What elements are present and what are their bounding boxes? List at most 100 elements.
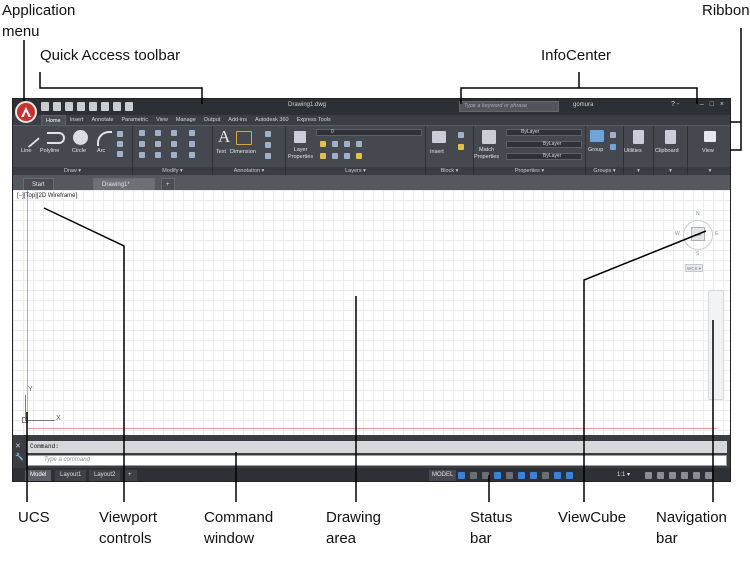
ribbon-tab-home[interactable]: Home: [41, 115, 66, 125]
table-icon[interactable]: [265, 153, 271, 159]
leader-icon[interactable]: [265, 131, 271, 137]
ribbon-tab-insert[interactable]: Insert: [66, 115, 88, 125]
ribbon-tab-manage[interactable]: Manage: [172, 115, 200, 125]
color-dropdown[interactable]: ByLayer: [506, 129, 582, 136]
erase-icon[interactable]: [189, 130, 195, 136]
hardware-acceleration-icon[interactable]: [681, 472, 688, 479]
wcs-menu[interactable]: WCS ▾: [685, 264, 703, 272]
new-tab-button[interactable]: +: [161, 178, 175, 190]
ribbon-tab-annotate[interactable]: Annotate: [87, 115, 117, 125]
match-properties-button[interactable]: Match Properties: [474, 147, 499, 161]
layout-tab-model[interactable]: Model: [25, 470, 52, 481]
clipboard-button[interactable]: Clipboard: [655, 148, 679, 154]
viewcube-south[interactable]: S: [696, 251, 699, 257]
layer-walk-icon[interactable]: [344, 153, 350, 159]
ribbon-tab-express-tools[interactable]: Express Tools: [293, 115, 335, 125]
clean-screen-icon[interactable]: [693, 472, 700, 479]
infocenter-search-input[interactable]: Type a keyword or phrase: [459, 101, 559, 112]
rotate-icon[interactable]: [155, 130, 161, 136]
command-input[interactable]: Type a command: [27, 455, 727, 466]
copy-icon[interactable]: [139, 141, 145, 147]
multileader-icon[interactable]: [265, 142, 271, 148]
line-icon[interactable]: [20, 128, 40, 148]
osnap-icon[interactable]: [518, 472, 525, 479]
ribbon-tab-autodesk-360[interactable]: Autodesk 360: [251, 115, 293, 125]
group-edit-icon[interactable]: [610, 144, 616, 150]
autoscale-icon[interactable]: [566, 472, 573, 479]
ellipse-icon[interactable]: [117, 141, 123, 147]
insert-button[interactable]: Insert: [430, 149, 444, 155]
circle-button[interactable]: Circle: [72, 148, 86, 154]
layer-on-icon[interactable]: [320, 141, 326, 147]
edit-block-icon[interactable]: [458, 144, 464, 150]
redo-icon[interactable]: [113, 102, 121, 111]
utilities-button[interactable]: Utilities: [624, 148, 642, 154]
layer-dropdown[interactable]: 0: [316, 129, 422, 136]
insert-icon[interactable]: [432, 131, 446, 143]
ribbon-tab-parametric[interactable]: Parametric: [117, 115, 152, 125]
circle-icon[interactable]: [73, 130, 88, 145]
layout-tab-layout2[interactable]: Layout2: [89, 470, 121, 481]
workspace-icon[interactable]: [645, 472, 652, 479]
lineweight-icon[interactable]: [542, 472, 549, 479]
layer-iso-icon[interactable]: [356, 141, 362, 147]
window-controls[interactable]: – □ ×: [700, 101, 726, 108]
save-as-icon[interactable]: [77, 102, 85, 111]
move-icon[interactable]: [139, 130, 145, 136]
group-icon[interactable]: [590, 130, 604, 142]
group-button[interactable]: Group: [588, 147, 603, 153]
new-layout-button[interactable]: +: [123, 470, 137, 481]
offset-icon[interactable]: [189, 152, 195, 158]
fillet-icon[interactable]: [171, 141, 177, 147]
layer-prev-icon[interactable]: [332, 153, 338, 159]
arc-button[interactable]: Arc: [97, 148, 105, 154]
open-icon[interactable]: [53, 102, 61, 111]
annotation-visibility-icon[interactable]: [554, 472, 561, 479]
otrack-icon[interactable]: [530, 472, 537, 479]
scale-icon[interactable]: [155, 152, 161, 158]
layer-merge-icon[interactable]: [356, 153, 362, 159]
snap-icon[interactable]: [470, 472, 477, 479]
ortho-icon[interactable]: [482, 472, 489, 479]
navigation-bar[interactable]: [708, 290, 724, 400]
polar-icon[interactable]: [494, 472, 501, 479]
units-icon[interactable]: [669, 472, 676, 479]
customization-menu-icon[interactable]: [705, 472, 712, 479]
viewcube-west[interactable]: W: [675, 231, 680, 237]
mirror-icon[interactable]: [155, 141, 161, 147]
match-properties-icon[interactable]: [482, 130, 496, 144]
lineweight-dropdown[interactable]: ByLayer: [506, 153, 582, 160]
file-tab-drawing1[interactable]: Drawing1*: [93, 178, 155, 190]
polyline-icon[interactable]: [47, 132, 65, 144]
create-block-icon[interactable]: [458, 132, 464, 138]
drawing-area[interactable]: [−][Top][2D Wireframe] TOP N S E W WCS ▾…: [13, 190, 730, 435]
ribbon-tab-output[interactable]: Output: [200, 115, 225, 125]
grid-icon[interactable]: [458, 472, 465, 479]
layer-lock-icon[interactable]: [344, 141, 350, 147]
dimension-icon[interactable]: [236, 131, 252, 145]
layer-freeze-icon[interactable]: [332, 141, 338, 147]
dimension-button[interactable]: Dimension: [230, 149, 256, 155]
layer-properties-button[interactable]: Layer Properties: [288, 147, 313, 161]
user-signin[interactable]: gomura: [573, 102, 593, 108]
layer-match-icon[interactable]: [320, 153, 326, 159]
viewcube-east[interactable]: E: [715, 231, 718, 237]
rectangle-icon[interactable]: [117, 131, 123, 137]
application-menu-button[interactable]: [15, 101, 37, 123]
view-icon[interactable]: [704, 131, 716, 142]
new-icon[interactable]: [41, 102, 49, 111]
annotation-scale[interactable]: 1:1 ▾: [617, 470, 630, 481]
view-button[interactable]: View: [702, 148, 714, 154]
viewcube-face[interactable]: TOP: [691, 227, 705, 241]
undo-icon[interactable]: [101, 102, 109, 111]
linetype-dropdown[interactable]: ByLayer: [506, 141, 582, 148]
viewport-controls[interactable]: [−][Top][2D Wireframe]: [17, 193, 77, 199]
polyline-button[interactable]: Polyline: [40, 148, 59, 154]
ribbon-tab-view[interactable]: View: [152, 115, 172, 125]
trim-icon[interactable]: [171, 130, 177, 136]
explode-icon[interactable]: [189, 141, 195, 147]
isodraft-icon[interactable]: [506, 472, 513, 479]
model-space-button[interactable]: MODEL: [429, 470, 457, 481]
ribbon-tab-add-ins[interactable]: Add-ins: [224, 115, 251, 125]
calculator-icon[interactable]: [633, 130, 644, 144]
